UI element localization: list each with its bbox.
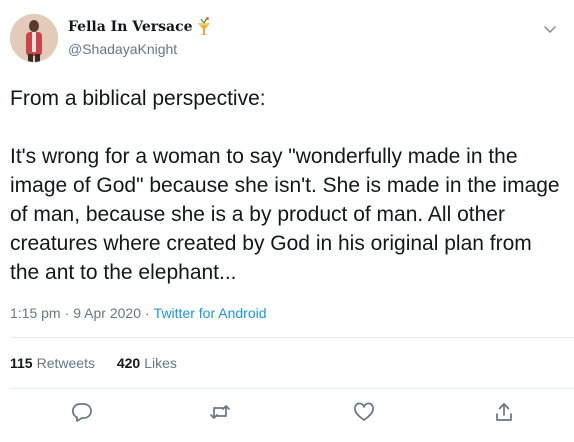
- like-icon[interactable]: [352, 400, 376, 424]
- tweet-card: Fella In Versace @ShadayaKnight From a b…: [0, 0, 574, 442]
- tweet-stats: 115 Retweets 420 Likes: [10, 355, 195, 371]
- tweet-meta: 1:15 pm · 9 Apr 2020 · Twitter for Android: [10, 305, 267, 321]
- tweet-text: From a biblical perspective: It's wrong …: [10, 87, 560, 284]
- avatar-image: [10, 14, 58, 62]
- retweets-count: 115: [10, 355, 33, 371]
- author-handle[interactable]: @ShadayaKnight: [68, 41, 212, 57]
- tweet-source-link[interactable]: Twitter for Android: [154, 305, 267, 321]
- likes-stat[interactable]: 420 Likes: [117, 355, 177, 371]
- retweets-stat[interactable]: 115 Retweets: [10, 355, 95, 371]
- tweet-time[interactable]: 1:15 pm: [10, 305, 61, 321]
- author-display-name[interactable]: Fella In Versace: [68, 19, 193, 35]
- divider: [10, 337, 574, 338]
- likes-label: Likes: [144, 355, 177, 371]
- divider: [10, 388, 574, 389]
- retweet-icon[interactable]: [208, 400, 232, 424]
- chevron-down-icon[interactable]: [541, 20, 559, 38]
- tropical-drink-icon: [196, 17, 212, 37]
- tweet-actions: [0, 398, 574, 428]
- retweets-label: Retweets: [36, 355, 95, 371]
- likes-count: 420: [116, 355, 141, 371]
- share-icon[interactable]: [492, 400, 516, 424]
- author-block: Fella In Versace @ShadayaKnight: [68, 17, 212, 57]
- reply-icon[interactable]: [70, 400, 94, 424]
- tweet-date[interactable]: 9 Apr 2020: [73, 305, 141, 321]
- meta-separator: ·: [145, 305, 150, 321]
- meta-separator: ·: [64, 305, 70, 321]
- avatar[interactable]: [10, 14, 58, 62]
